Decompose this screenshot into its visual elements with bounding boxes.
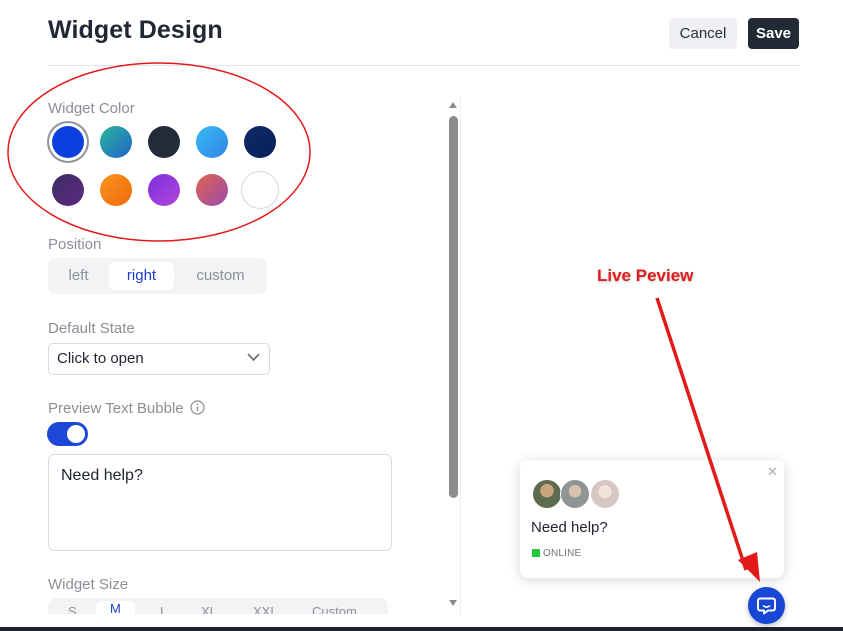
annotation-arrow-line bbox=[655, 297, 748, 571]
bottom-edge-bar bbox=[0, 627, 843, 631]
annotation-ellipse bbox=[7, 62, 311, 242]
live-preview-annotation: Live Peview bbox=[597, 266, 694, 285]
annotation-layer bbox=[7, 62, 760, 582]
